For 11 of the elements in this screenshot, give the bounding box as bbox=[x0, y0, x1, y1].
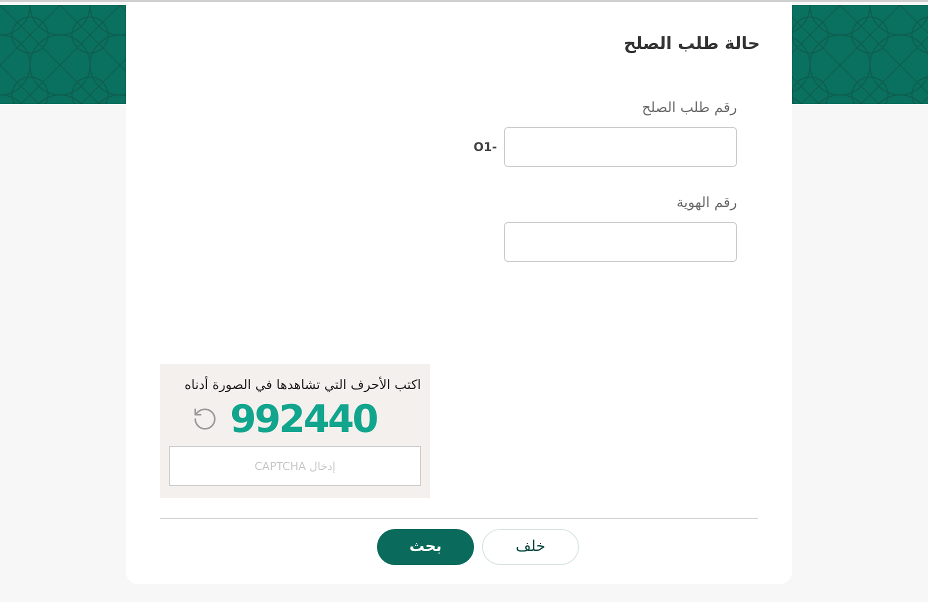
prefix-label: O1- bbox=[473, 138, 497, 156]
back-button[interactable]: خلف bbox=[482, 528, 579, 564]
page-title: حالة طلب الصلح bbox=[624, 33, 760, 56]
input-field[interactable] bbox=[504, 222, 737, 262]
captcha-code: 992440 bbox=[230, 397, 377, 441]
refresh-icon[interactable] bbox=[192, 406, 218, 432]
field-label: رقم طلب الصلح bbox=[642, 98, 737, 118]
captcha-instruction: اكتب الأحرف التي تشاهدها في الصورة أدناه bbox=[184, 376, 421, 394]
field-label: رقم الهوية bbox=[676, 194, 737, 212]
input-field[interactable] bbox=[504, 126, 737, 166]
search-button[interactable]: بحث bbox=[377, 528, 474, 564]
